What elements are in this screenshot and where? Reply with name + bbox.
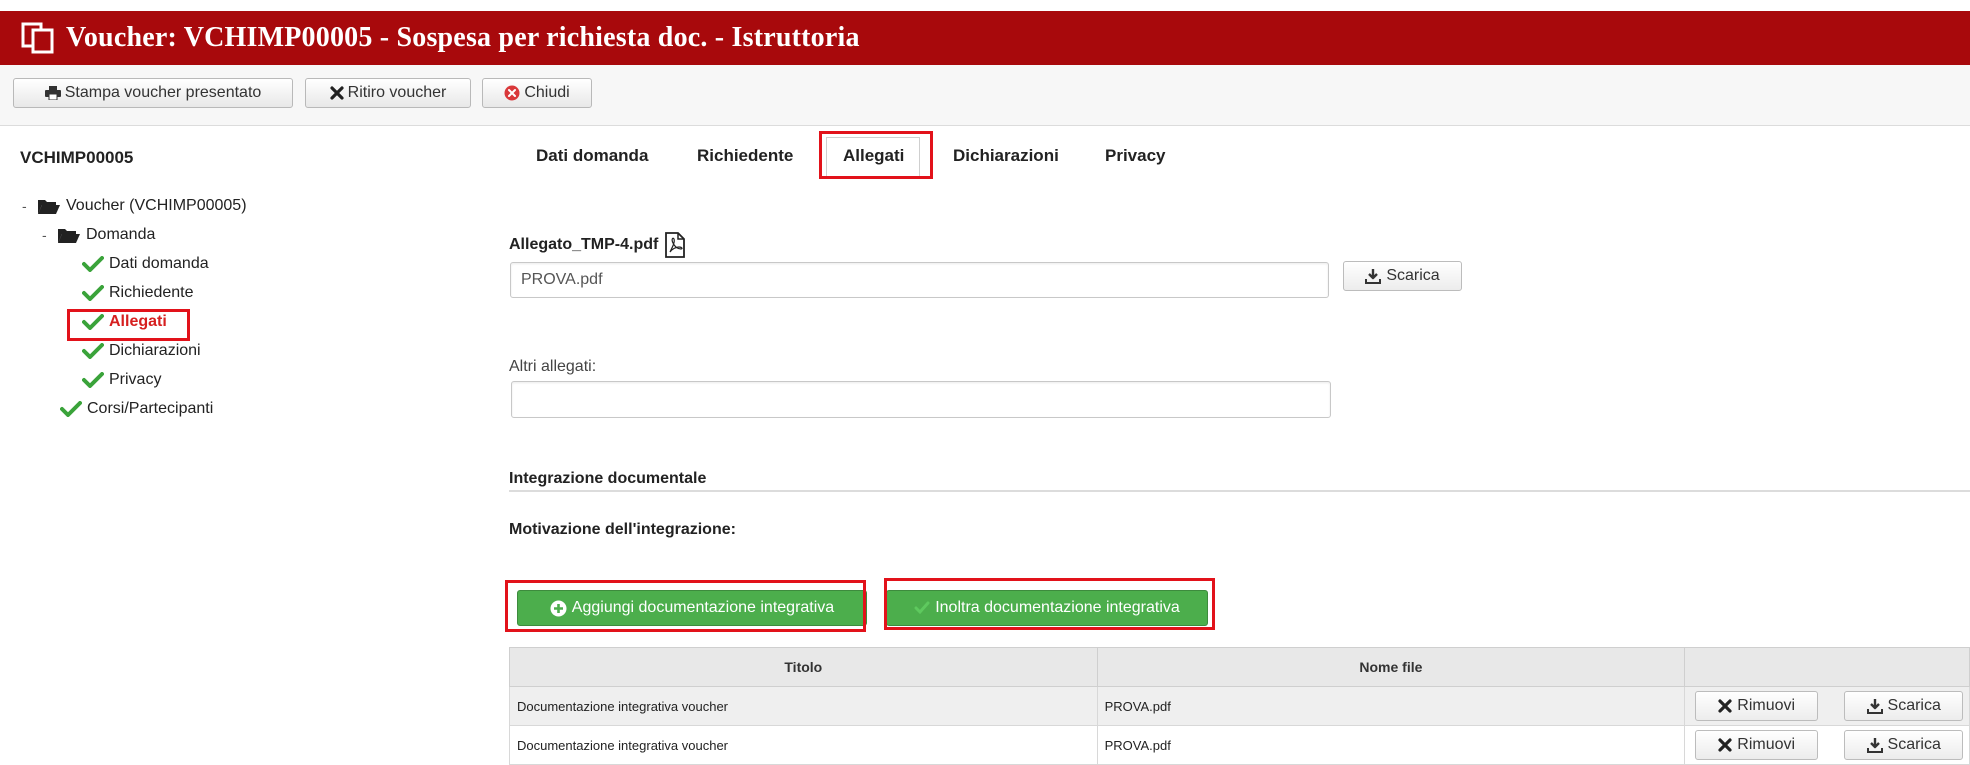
download-icon [1866, 738, 1883, 753]
withdraw-voucher-label: Ritiro voucher [347, 84, 447, 101]
highlight-box [819, 131, 933, 179]
other-attachments-field[interactable] [511, 381, 1331, 418]
download-label: Scarica [1887, 697, 1941, 714]
folder-open-icon [58, 229, 80, 243]
integration-section-title: Integrazione documentale [509, 470, 707, 487]
tree-item-dichiarazioni[interactable]: Dichiarazioni [82, 342, 201, 360]
remove-label: Rimuovi [1737, 736, 1796, 753]
download-button[interactable]: Scarica [1844, 730, 1964, 760]
title-bar: Voucher: VCHIMP00005 - Sospesa per richi… [0, 11, 1970, 65]
close-label: Chiudi [524, 84, 570, 101]
close-x-icon [330, 86, 344, 100]
highlight-box [505, 580, 866, 632]
attachment-file-field[interactable]: PROVA.pdf [510, 262, 1329, 298]
pdf-file-icon [665, 232, 686, 258]
column-header-file-name: Nome file [1096, 647, 1686, 687]
close-button[interactable]: Chiudi [482, 78, 592, 108]
tree-label: Corsi/Partecipanti [87, 400, 214, 417]
tree-node-domanda[interactable]: - Domanda [42, 226, 155, 244]
tree-label: Richiedente [109, 284, 194, 301]
printer-icon [44, 86, 61, 100]
tree-item-richiedente[interactable]: Richiedente [82, 284, 194, 302]
tab-dichiarazioni[interactable]: Dichiarazioni [953, 146, 1059, 166]
page-title: Voucher: VCHIMP00005 - Sospesa per richi… [66, 22, 860, 53]
remove-button[interactable]: Rimuovi [1695, 730, 1819, 760]
tree-label-voucher: Voucher (VCHIMP00005) [66, 197, 247, 214]
copy-document-icon [21, 22, 54, 54]
check-icon [60, 401, 82, 417]
tab-privacy[interactable]: Privacy [1105, 146, 1166, 166]
tree-label: Dati domanda [109, 255, 209, 272]
download-label: Scarica [1386, 267, 1440, 284]
close-circle-icon [504, 85, 520, 101]
voucher-code: VCHIMP00005 [20, 148, 134, 167]
check-icon [82, 256, 104, 272]
check-icon [82, 285, 104, 301]
folder-open-icon [38, 200, 60, 214]
print-voucher-label: Stampa voucher presentato [64, 84, 262, 101]
table-row: Documentazione integrativa voucher PROVA… [509, 686, 1970, 726]
attachment-label: Allegato_TMP-4.pdf [509, 232, 686, 258]
close-x-icon [1718, 699, 1732, 713]
tree-toggle[interactable]: - [42, 227, 52, 243]
highlight-box [67, 309, 190, 341]
download-label: Scarica [1887, 736, 1941, 753]
print-voucher-button[interactable]: Stampa voucher presentato [13, 78, 293, 108]
integrative-documents-table: Titolo Nome file Documentazione integrat… [509, 647, 1970, 765]
close-x-icon [1718, 738, 1732, 752]
download-attachment-button[interactable]: Scarica [1343, 261, 1462, 291]
tree-node-voucher[interactable]: - Voucher (VCHIMP00005) [22, 197, 247, 215]
cell-actions: Rimuovi Scarica [1684, 686, 1970, 726]
tree-label-domanda: Domanda [86, 226, 156, 243]
tree-item-corsi-partecipanti[interactable]: Corsi/Partecipanti [60, 400, 213, 418]
download-icon [1365, 269, 1382, 284]
tree-label: Privacy [109, 371, 162, 388]
cell-file-name: PROVA.pdf [1096, 686, 1686, 726]
tree-toggle[interactable]: - [22, 198, 32, 214]
withdraw-voucher-button[interactable]: Ritiro voucher [305, 78, 471, 108]
integration-reason-label: Motivazione dell'integrazione: [509, 521, 736, 538]
column-header-title: Titolo [509, 647, 1098, 687]
tree-item-dati-domanda[interactable]: Dati domanda [82, 255, 209, 273]
tree-label: Dichiarazioni [109, 342, 201, 359]
attachment-name: Allegato_TMP-4.pdf [509, 236, 659, 253]
tab-richiedente[interactable]: Richiedente [697, 146, 793, 166]
download-button[interactable]: Scarica [1844, 691, 1964, 721]
tree-item-privacy[interactable]: Privacy [82, 371, 161, 389]
toolbar: Stampa voucher presentato Ritiro voucher… [0, 65, 1970, 126]
other-attachments-label: Altri allegati: [509, 358, 597, 375]
remove-label: Rimuovi [1737, 697, 1796, 714]
cell-title: Documentazione integrativa voucher [509, 686, 1098, 726]
tab-dati-domanda[interactable]: Dati domanda [536, 146, 648, 166]
table-header-row: Titolo Nome file [509, 647, 1970, 687]
column-header-actions [1684, 647, 1970, 687]
download-icon [1866, 699, 1883, 714]
section-divider [509, 490, 1970, 492]
check-icon [82, 343, 104, 359]
check-icon [82, 372, 104, 388]
highlight-box [884, 578, 1215, 630]
remove-button[interactable]: Rimuovi [1695, 691, 1819, 721]
